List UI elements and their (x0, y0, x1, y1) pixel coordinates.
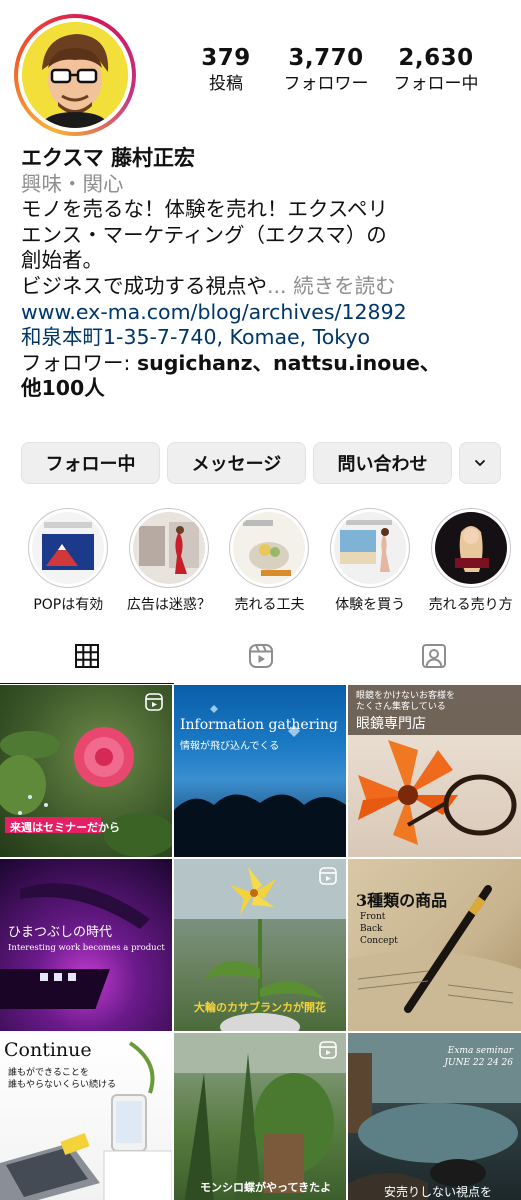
post-caption: 大輪のカサブランカが開花 (194, 1001, 326, 1014)
followed-by-suffix: 他100人 (21, 376, 105, 401)
post-caption: 安売りしない視点を (384, 1185, 493, 1199)
contact-button[interactable]: 問い合わせ (313, 442, 452, 484)
highlight-cover (434, 512, 507, 584)
stat-label: 投稿 (209, 74, 243, 94)
post-tile[interactable]: ひまつぶしの時代 Interesting work becomes a prod… (0, 859, 172, 1031)
profile-avatar-ring[interactable] (14, 14, 136, 136)
highlight-cover (233, 512, 306, 584)
reel-icon (145, 693, 163, 711)
bio-line-truncated: ビジネスで成功する視点や... 続きを読む (21, 274, 511, 300)
stat-label: フォロワー (283, 74, 369, 94)
post-caption: 来週はセミナーだから (10, 821, 120, 834)
following-count[interactable]: 2,630 フォロー中 (382, 44, 490, 96)
followed-by-more[interactable]: 他100人 (21, 376, 511, 402)
tagged-icon (422, 644, 447, 668)
post-subcaption: Interesting work becomes a product (8, 943, 165, 953)
tab-posts[interactable] (0, 634, 174, 684)
post-tile[interactable]: Information gathering 情報が飛び込んでくる (174, 685, 346, 857)
highlight-label: POPは有効 (33, 597, 104, 613)
post-tile[interactable]: Exma seminar JUNE 22 24 26 安売りしない視点を (348, 1033, 521, 1200)
highlight-item[interactable]: 売れる売り方 (420, 508, 521, 614)
post-subcaption: 誰もができることを 誰もやらないくらい続ける (8, 1068, 117, 1090)
post-tile[interactable]: 眼鏡をかけないお客様を たくさん集客している 眼鏡専門店 (348, 685, 521, 857)
stat-value: 2,630 (398, 45, 474, 71)
post-subcaption: 眼鏡をかけないお客様を たくさん集客している (356, 691, 456, 712)
highlight-item[interactable]: 売れる工夫 (219, 508, 320, 614)
post-caption: ひまつぶしの時代 (8, 925, 113, 940)
reel-icon (319, 867, 337, 885)
stat-label: フォロー中 (393, 74, 479, 94)
highlight-item[interactable]: POPは有効 (18, 508, 119, 614)
post-caption: 3種類の商品 (356, 891, 448, 910)
profile-stats: 379 投稿 3,770 フォロワー 2,630 フォロー中 (190, 44, 490, 96)
profile-category: 興味・関心 (21, 171, 124, 196)
bio-line: 創始者。 (21, 248, 103, 273)
chevron-down-icon (475, 460, 485, 466)
post-caption: Information gathering (180, 717, 338, 733)
highlight-label: 体験を買う (335, 597, 406, 613)
highlight-cover (334, 512, 407, 584)
post-tile[interactable]: Continue 誰もができることを 誰もやらないくらい続ける (0, 1033, 172, 1200)
tab-tagged[interactable] (347, 634, 521, 684)
profile-tabs (0, 634, 521, 684)
followed-by[interactable]: フォロワー: sugichanz、nattsu.inoue、 (21, 351, 511, 377)
read-more-link[interactable]: ... 続きを読む (267, 274, 396, 298)
avatar[interactable] (22, 22, 128, 128)
post-caption: モンシロ蝶がやってきたよ (200, 1181, 332, 1194)
highlight-cover (132, 512, 205, 584)
post-tile[interactable]: 来週はセミナーだから (0, 685, 172, 857)
post-image (174, 705, 346, 857)
message-button[interactable]: メッセージ (167, 442, 306, 484)
followed-by-names: sugichanz、nattsu.inoue、 (136, 350, 441, 375)
highlight-label: 売れる売り方 (428, 597, 513, 613)
profile-name: エクスマ 藤村正宏 (21, 146, 196, 170)
stat-value: 3,770 (288, 45, 364, 71)
highlight-cover (32, 512, 105, 584)
bio-line: モノを売るな！体験を売れ！エクスペリ (21, 197, 388, 222)
followed-by-prefix: フォロワー: (21, 350, 137, 375)
post-caption: 眼鏡専門店 (356, 716, 426, 732)
followers-count[interactable]: 3,770 フォロワー (270, 44, 382, 96)
highlight-item[interactable]: 体験を買う (320, 508, 421, 614)
following-button[interactable]: フォロー中 (21, 442, 160, 484)
post-tile[interactable]: 大輪のカサブランカが開花 (174, 859, 346, 1031)
post-tile[interactable]: モンシロ蝶がやってきたよ (174, 1033, 346, 1200)
highlight-item[interactable]: 広告は迷惑？ (119, 508, 220, 614)
reels-icon (248, 644, 273, 668)
suggested-accounts-button[interactable] (459, 442, 501, 484)
post-tile[interactable]: 3種類の商品 Front Back Concept (348, 859, 521, 1031)
post-caption: Continue (4, 1039, 92, 1061)
highlight-label: 売れる工夫 (234, 597, 305, 613)
highlight-label: 広告は迷惑？ (126, 597, 211, 613)
reel-icon (319, 1041, 337, 1059)
posts-grid: 来週はセミナーだから Information gathering 情報が飛び込ん… (0, 685, 521, 1200)
post-subcaption: Exma seminar JUNE 22 24 26 (444, 1046, 513, 1068)
story-highlights: POPは有効 広告は迷惑？ 売れる工夫 体験を買う 売れる売り方 (18, 508, 521, 614)
post-subcaption: 情報が飛び込んでくる (180, 741, 280, 752)
profile-actions: フォロー中 メッセージ 問い合わせ (21, 442, 501, 484)
posts-count[interactable]: 379 投稿 (190, 44, 262, 96)
stat-value: 379 (201, 45, 251, 71)
bio-line: ビジネスで成功する視点や (21, 273, 267, 298)
profile-website-link[interactable]: www.ex-ma.com/blog/archives/12892 (21, 300, 511, 326)
tab-reels[interactable] (174, 634, 348, 684)
profile-bio: エクスマ 藤村正宏 興味・関心 モノを売るな！体験を売れ！エクスペリ エンス・マ… (21, 146, 511, 402)
grid-icon (74, 644, 99, 668)
profile-address-link[interactable]: 和泉本町1-35-7-740, Komae, Tokyo (21, 325, 511, 351)
post-subcaption: Front Back Concept (360, 912, 398, 946)
bio-line: エンス・マーケティング（エクスマ）の (21, 222, 387, 247)
